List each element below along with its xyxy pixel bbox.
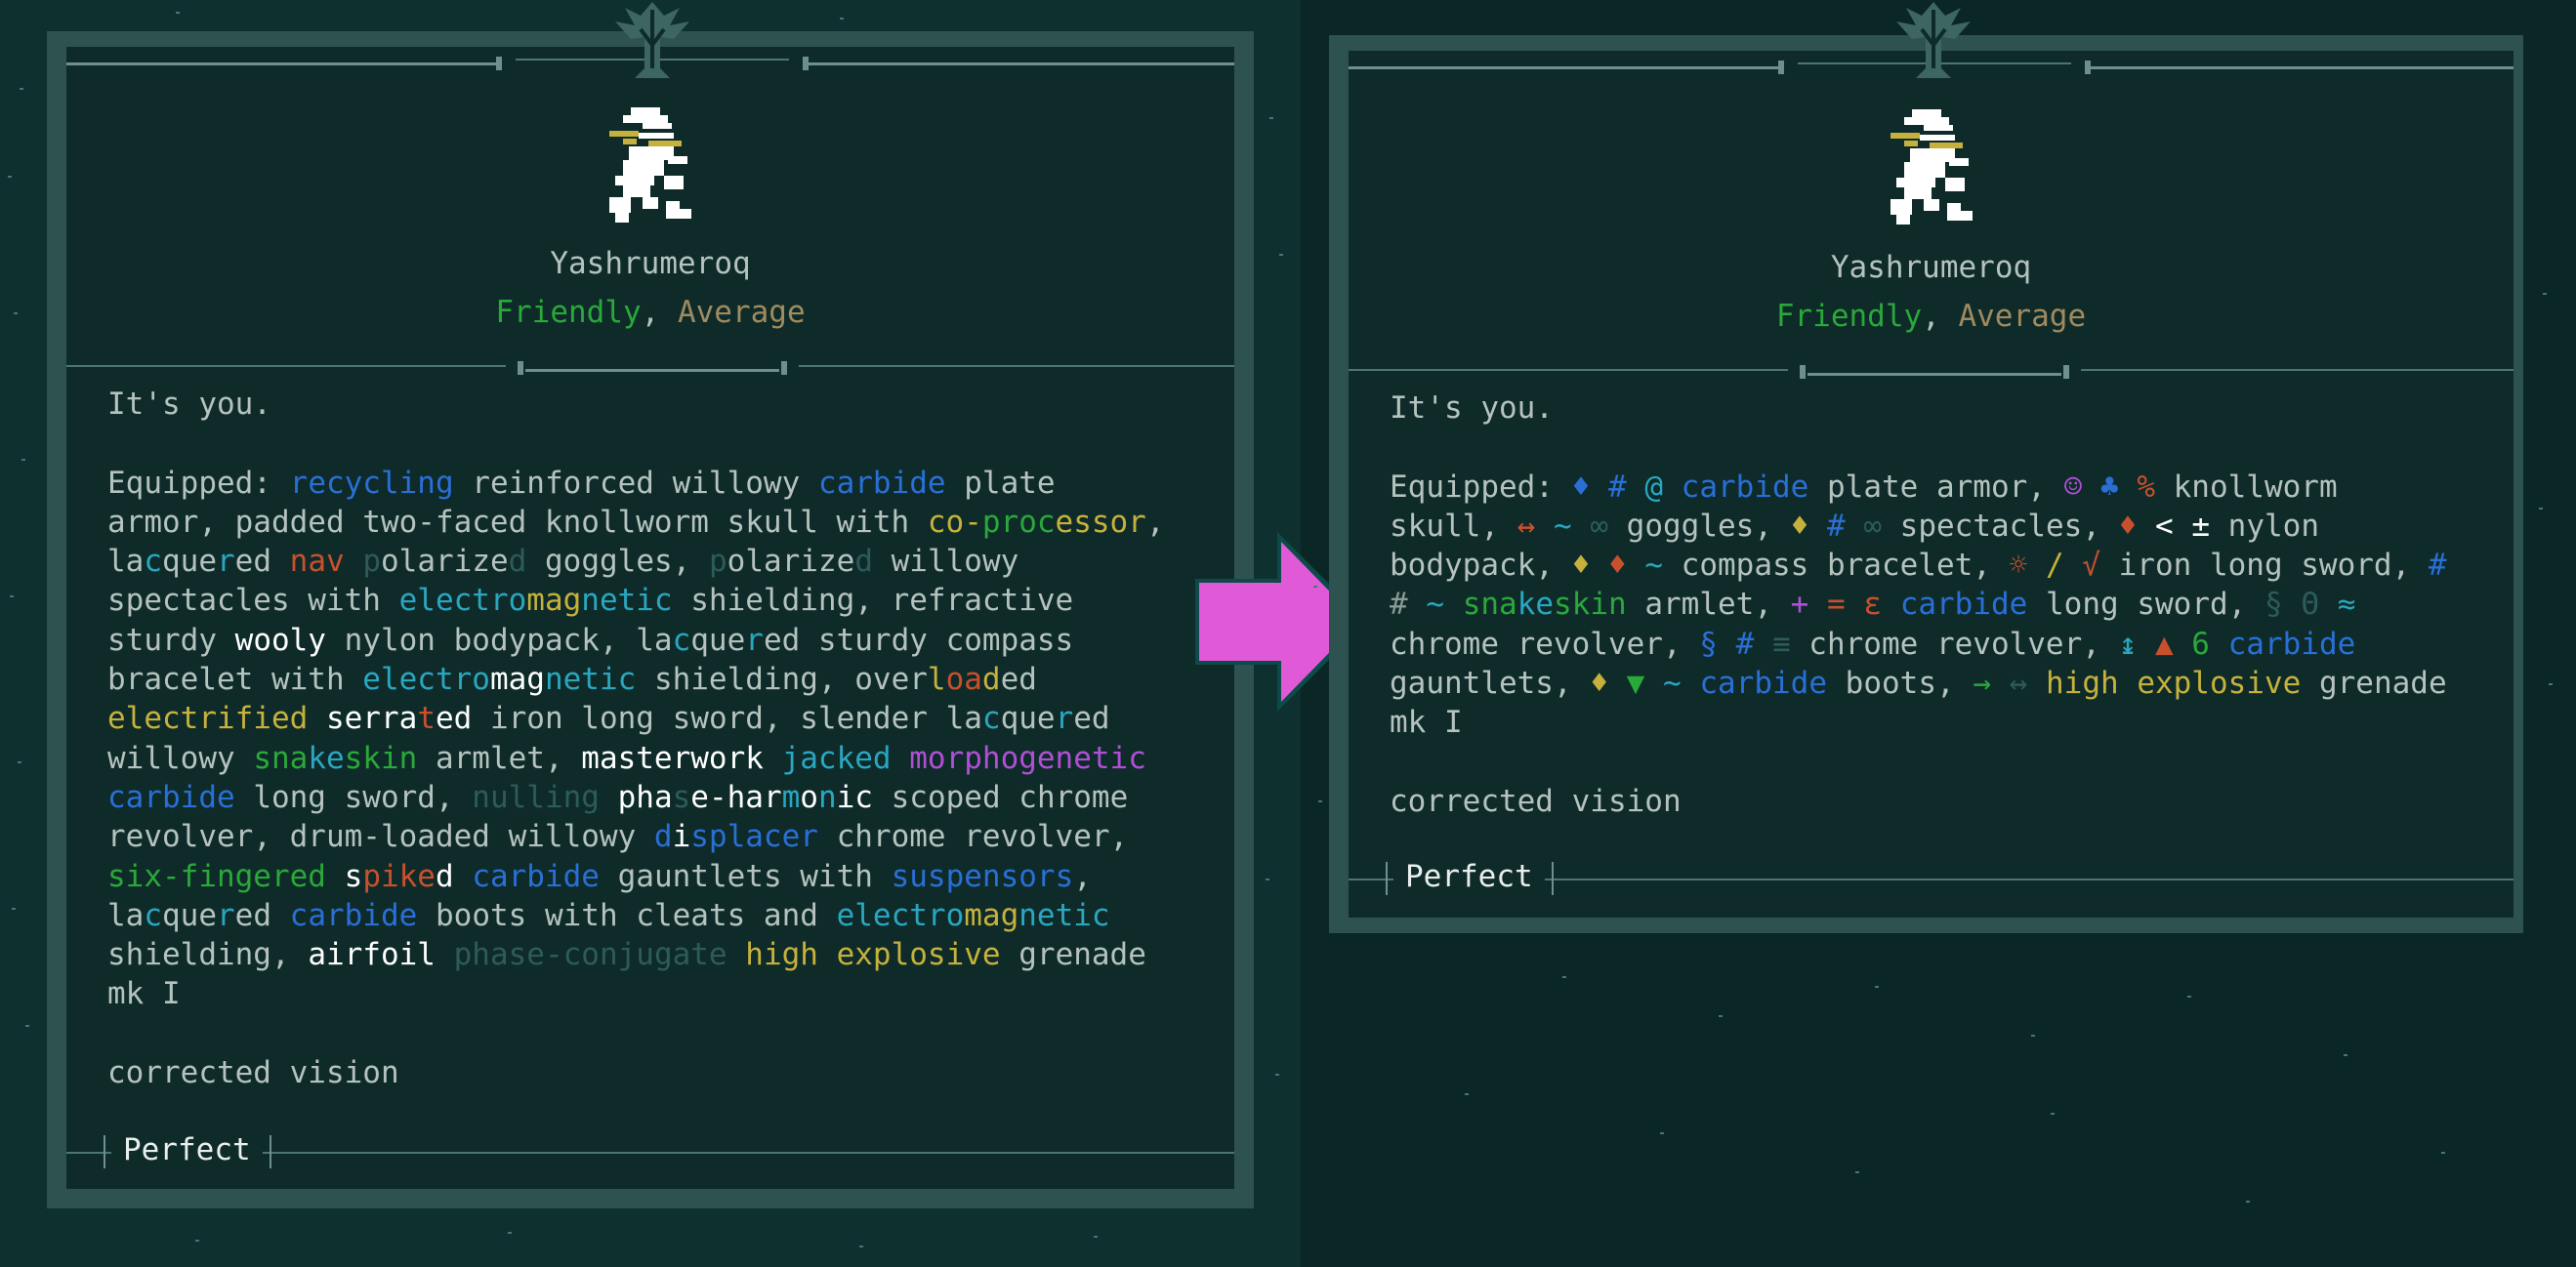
right-character-name: Yashrumeroq xyxy=(1830,250,2032,285)
right-attitude-rating: Average xyxy=(1958,299,2087,334)
right-equipped-label: Equipped: xyxy=(1390,469,1554,505)
left-attitude-line: Friendly, Average xyxy=(66,295,1234,330)
right-crest-ornament-icon xyxy=(1896,2,1971,78)
right-description-text: It's you. xyxy=(1390,390,1554,426)
right-attitude-line: Friendly, Average xyxy=(1349,299,2514,334)
right-attitude-relation: Friendly xyxy=(1775,299,1923,334)
right-health-status: Perfect xyxy=(1393,859,1545,894)
left-character-name: Yashrumeroq xyxy=(550,246,751,281)
left-health-status: Perfect xyxy=(111,1132,263,1167)
right-attitude-separator: , xyxy=(1922,299,1959,334)
left-description-text: It's you. xyxy=(107,387,271,422)
right-portrait-sprite-icon xyxy=(1890,109,1973,225)
left-equipped-label: Equipped: xyxy=(107,465,271,501)
left-portrait-sprite-icon xyxy=(609,107,691,223)
left-attitude-rating: Average xyxy=(677,295,806,330)
left-attitude-relation: Friendly xyxy=(495,295,642,330)
right-mutation: corrected vision xyxy=(1390,783,1682,819)
left-crest-ornament-icon xyxy=(615,2,689,78)
left-mutation: corrected vision xyxy=(107,1055,399,1091)
left-attitude-separator: , xyxy=(641,295,678,330)
right-description: It's you. Equipped: ♦ # @ carbide plate … xyxy=(1390,390,2447,819)
left-description: It's you. Equipped: recycling reinforced… xyxy=(107,387,1165,1091)
